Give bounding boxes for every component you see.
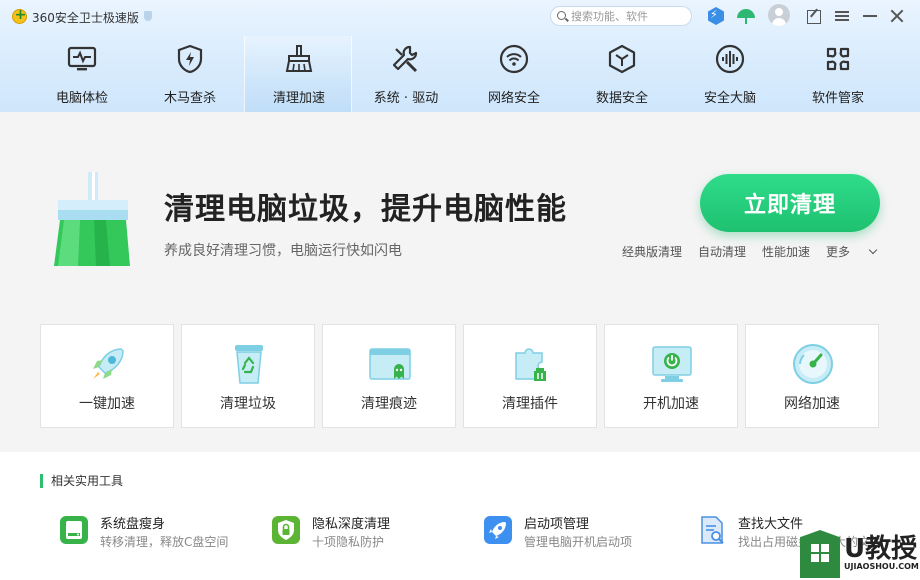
watermark-text: U教授 — [844, 534, 918, 564]
site-watermark: U教授 UJIAOSHOU.COM — [800, 526, 920, 580]
card-label: 清理插件 — [502, 396, 558, 412]
clean-panel: 清理电脑垃圾，提升电脑性能 养成良好清理习惯，电脑运行快如闪电 立即清理 经典版… — [0, 112, 920, 452]
puzzle-icon — [508, 341, 554, 387]
app-title: 360安全卫士极速版 — [32, 11, 139, 25]
shield-bolt-icon — [174, 43, 206, 75]
disk-icon — [58, 514, 90, 546]
windows-logo-icon — [811, 544, 829, 562]
search-box[interactable] — [550, 6, 692, 26]
page-headline: 清理电脑垃圾，提升电脑性能 — [164, 192, 567, 227]
tab-trojan-scan[interactable]: 木马查杀 — [136, 36, 244, 112]
wifi-icon — [498, 43, 530, 75]
card-one-click-speedup[interactable]: 一键加速 — [40, 324, 174, 428]
tool-desc: 转移清理，释放C盘空间 — [100, 535, 229, 549]
main-nav: 电脑体检 木马查杀 清理加速 系统 · 驱动 网络安全 数据安全 安全大脑 软件… — [28, 36, 892, 112]
tool-name: 隐私深度清理 — [312, 517, 391, 532]
card-clean-plugins[interactable]: 清理插件 — [463, 324, 597, 428]
top-bar: 360安全卫士极速版 电脑体检 木马查杀 — [0, 0, 920, 112]
app-logo-icon — [12, 7, 28, 24]
tab-label: 网络安全 — [487, 91, 540, 106]
minimize-icon[interactable] — [860, 6, 880, 26]
watermark-subtext: UJIAOSHOU.COM — [844, 562, 919, 571]
wrench-screwdriver-icon — [390, 43, 422, 75]
tab-security-brain[interactable]: 安全大脑 — [676, 36, 784, 112]
window-ghost-icon — [367, 341, 413, 387]
tab-label: 软件管家 — [811, 91, 864, 106]
tab-label: 安全大脑 — [703, 91, 756, 106]
performance-speedup-link[interactable]: 性能加速 — [762, 243, 810, 260]
umbrella-icon[interactable] — [736, 6, 756, 26]
tool-name: 查找大文件 — [738, 517, 804, 532]
feedback-icon[interactable] — [804, 6, 824, 26]
tab-network-security[interactable]: 网络安全 — [460, 36, 568, 112]
protection-badge-icon[interactable] — [144, 11, 152, 21]
card-label: 一键加速 — [79, 396, 135, 412]
tool-startup-manager[interactable]: 启动项管理 管理电脑开机启动项 — [482, 512, 682, 552]
auto-clean-link[interactable]: 自动清理 — [698, 243, 746, 260]
rocket-icon — [482, 514, 514, 546]
more-label: 更多 — [826, 245, 851, 259]
card-clean-junk[interactable]: 清理垃圾 — [181, 324, 315, 428]
card-clean-traces[interactable]: 清理痕迹 — [322, 324, 456, 428]
speed-mode-icon[interactable] — [706, 6, 726, 26]
title-bar: 360安全卫士极速版 — [0, 0, 920, 34]
tab-label: 电脑体检 — [55, 91, 108, 106]
tool-name: 启动项管理 — [524, 517, 590, 532]
tab-label: 系统 · 驱动 — [373, 91, 439, 106]
tab-software-manager[interactable]: 软件管家 — [784, 36, 892, 112]
page-subline: 养成良好清理习惯，电脑运行快如闪电 — [164, 243, 402, 259]
brain-wave-icon — [714, 43, 746, 75]
user-avatar[interactable] — [768, 4, 790, 26]
more-link[interactable]: 更多 — [826, 243, 878, 260]
lock-shield-icon — [270, 514, 302, 546]
cube-icon — [606, 43, 638, 75]
tab-clean-speedup[interactable]: 清理加速 — [244, 36, 352, 112]
tab-label: 木马查杀 — [163, 91, 216, 106]
card-network-speedup[interactable]: 网络加速 — [745, 324, 879, 428]
broom-illustration-icon — [52, 172, 132, 268]
close-icon[interactable] — [887, 6, 907, 26]
tab-system-driver[interactable]: 系统 · 驱动 — [352, 36, 460, 112]
tool-desc: 十项隐私防护 — [312, 535, 385, 549]
tab-data-security[interactable]: 数据安全 — [568, 36, 676, 112]
card-label: 清理垃圾 — [220, 396, 276, 412]
file-search-icon — [696, 514, 728, 546]
apps-icon — [822, 43, 854, 75]
tab-pc-checkup[interactable]: 电脑体检 — [28, 36, 136, 112]
chevron-down-icon — [868, 245, 878, 255]
clean-links: 经典版清理 自动清理 性能加速 更多 — [622, 243, 892, 260]
tool-system-disk-slim[interactable]: 系统盘瘦身 转移清理，释放C盘空间 — [58, 512, 258, 552]
tab-label: 数据安全 — [595, 91, 648, 106]
tools-section-title: 相关实用工具 — [40, 474, 123, 488]
tool-desc: 管理电脑开机启动项 — [524, 535, 633, 549]
card-label: 开机加速 — [643, 396, 699, 412]
broom-icon — [283, 43, 315, 75]
trash-bin-icon — [226, 341, 272, 387]
menu-icon[interactable] — [832, 6, 852, 26]
search-icon — [557, 11, 566, 20]
tool-privacy-deep-clean[interactable]: 隐私深度清理 十项隐私防护 — [270, 512, 470, 552]
search-input[interactable] — [571, 8, 689, 24]
feature-cards: 一键加速 清理垃圾 清理痕迹 清理插件 开机加速 网络加速 — [40, 324, 886, 428]
card-boot-speedup[interactable]: 开机加速 — [604, 324, 738, 428]
card-label: 清理痕迹 — [361, 396, 417, 412]
tool-name: 系统盘瘦身 — [100, 517, 166, 532]
power-monitor-icon — [649, 341, 695, 387]
tab-label: 清理加速 — [272, 91, 325, 106]
clean-now-button[interactable]: 立即清理 — [700, 174, 880, 232]
gauge-icon — [790, 341, 836, 387]
classic-clean-link[interactable]: 经典版清理 — [622, 243, 682, 260]
card-label: 网络加速 — [784, 396, 840, 412]
rocket-icon — [85, 341, 131, 387]
monitor-pulse-icon — [66, 43, 98, 75]
